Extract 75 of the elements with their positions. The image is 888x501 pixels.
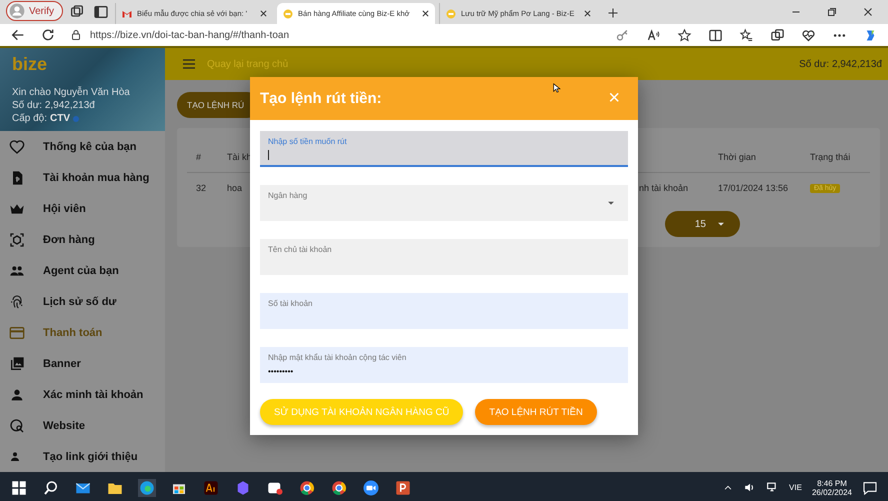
- profile-button[interactable]: Verify: [6, 1, 64, 21]
- input-field[interactable]: Tên chủ tài khoản: [260, 239, 628, 275]
- windows-logo-icon[interactable]: [10, 478, 28, 496]
- level-label: Cấp độ:: [12, 113, 48, 124]
- greeting-text: Xin chào Nguyễn Văn Hòa: [12, 87, 131, 98]
- input-field[interactable]: Nhập mật khẩu tài khoản cộng tác viên •••••••••: [260, 347, 628, 383]
- collections-icon[interactable]: [770, 28, 785, 42]
- favicon-icon: [282, 8, 294, 20]
- table-cell: 32: [196, 183, 206, 193]
- key-icon[interactable]: [615, 28, 630, 42]
- globe-search-icon: [9, 418, 25, 434]
- sidebar-item[interactable]: Hội viên: [0, 193, 165, 224]
- heart-pulse-icon[interactable]: [801, 28, 816, 42]
- column-header: Trạng thái: [810, 152, 850, 162]
- star-icon[interactable]: [677, 28, 692, 42]
- close-tab-icon[interactable]: [259, 9, 268, 18]
- sidebar-item[interactable]: Xác minh tài khoản: [0, 379, 165, 410]
- language-indicator[interactable]: VIE: [789, 483, 802, 492]
- sidebar-item[interactable]: Lịch sử số dư: [0, 286, 165, 317]
- level-dot-icon: [73, 116, 80, 122]
- new-tab-icon[interactable]: [607, 7, 620, 19]
- address-field[interactable]: https://bize.vn/doi-tac-ban-hang/#/thanh-toan: [70, 29, 490, 41]
- column-header: Thời gian: [718, 152, 756, 162]
- close-icon[interactable]: [862, 6, 874, 18]
- cube-icon: [9, 232, 25, 248]
- tab-actions-icon[interactable]: [93, 4, 110, 20]
- select-field[interactable]: Ngân hàng: [260, 185, 628, 221]
- level-value: CTV: [50, 113, 70, 124]
- chrome-icon[interactable]: [330, 478, 348, 496]
- close-tab-icon[interactable]: [583, 9, 592, 18]
- person-icon: [9, 386, 25, 402]
- images-icon: [9, 356, 25, 372]
- sidebar-item[interactable]: Website: [0, 410, 165, 441]
- read-aloud-icon[interactable]: [646, 28, 661, 42]
- refresh-icon[interactable]: [40, 27, 56, 43]
- page-size-select[interactable]: 15: [664, 211, 740, 237]
- split-screen-icon[interactable]: [708, 28, 723, 42]
- clock-time[interactable]: 8:46 PM: [817, 478, 847, 488]
- sidebar-item[interactable]: Tài khoản mua hàng: [0, 162, 165, 193]
- restore-icon[interactable]: [826, 6, 838, 18]
- url-text: https://bize.vn/doi-tac-ban-hang/#/thanh-toan: [90, 30, 290, 40]
- chrome-icon[interactable]: [298, 478, 316, 496]
- presentation-app-icon[interactable]: [394, 478, 412, 496]
- logo: bize: [12, 54, 48, 75]
- favorites-icon[interactable]: [739, 28, 754, 42]
- back-arrow-icon[interactable]: [10, 27, 26, 43]
- search-icon[interactable]: [42, 478, 60, 496]
- heart-icon: [9, 138, 25, 154]
- sidebar-item[interactable]: Agent của bạn: [0, 255, 165, 286]
- fingerprint-icon: [9, 294, 25, 310]
- sidebar-item[interactable]: Tạo link giới thiệu: [0, 441, 165, 472]
- avatar-icon: [9, 3, 25, 19]
- mouse-cursor-icon: [552, 81, 562, 95]
- close-tab-icon[interactable]: [421, 9, 430, 18]
- sidebar-item[interactable]: Thống kê của bạn: [0, 131, 165, 162]
- input-field[interactable]: Nhập số tiền muốn rút: [260, 131, 628, 167]
- notification-icon[interactable]: [862, 480, 878, 496]
- favicon-icon: [445, 8, 458, 20]
- table-cell: nh tài khoản: [638, 183, 688, 193]
- video-camera-icon[interactable]: [362, 478, 380, 496]
- table-cell: hoa: [227, 183, 242, 193]
- credit-card-icon: [9, 324, 25, 340]
- clock-date[interactable]: 26/02/2024: [812, 488, 852, 496]
- lock-icon: [70, 29, 82, 41]
- browser-icon[interactable]: [138, 478, 156, 496]
- table-cell: 17/01/2024 13:56: [718, 183, 788, 193]
- input-field[interactable]: Số tài khoản: [260, 293, 628, 329]
- balance-text: Số dư: 2,942,213đ: [799, 58, 882, 70]
- column-header: #: [196, 152, 202, 162]
- dialog-title: Tạo lệnh rút tiền:: [260, 90, 382, 107]
- illustrator-icon[interactable]: [202, 478, 220, 496]
- balance-text: Số dư: 2,942,213đ: [12, 100, 96, 111]
- profile-name: Verify: [29, 6, 54, 16]
- sidebar-item[interactable]: Banner: [0, 348, 165, 379]
- sidebar-item[interactable]: Đơn hàng: [0, 224, 165, 255]
